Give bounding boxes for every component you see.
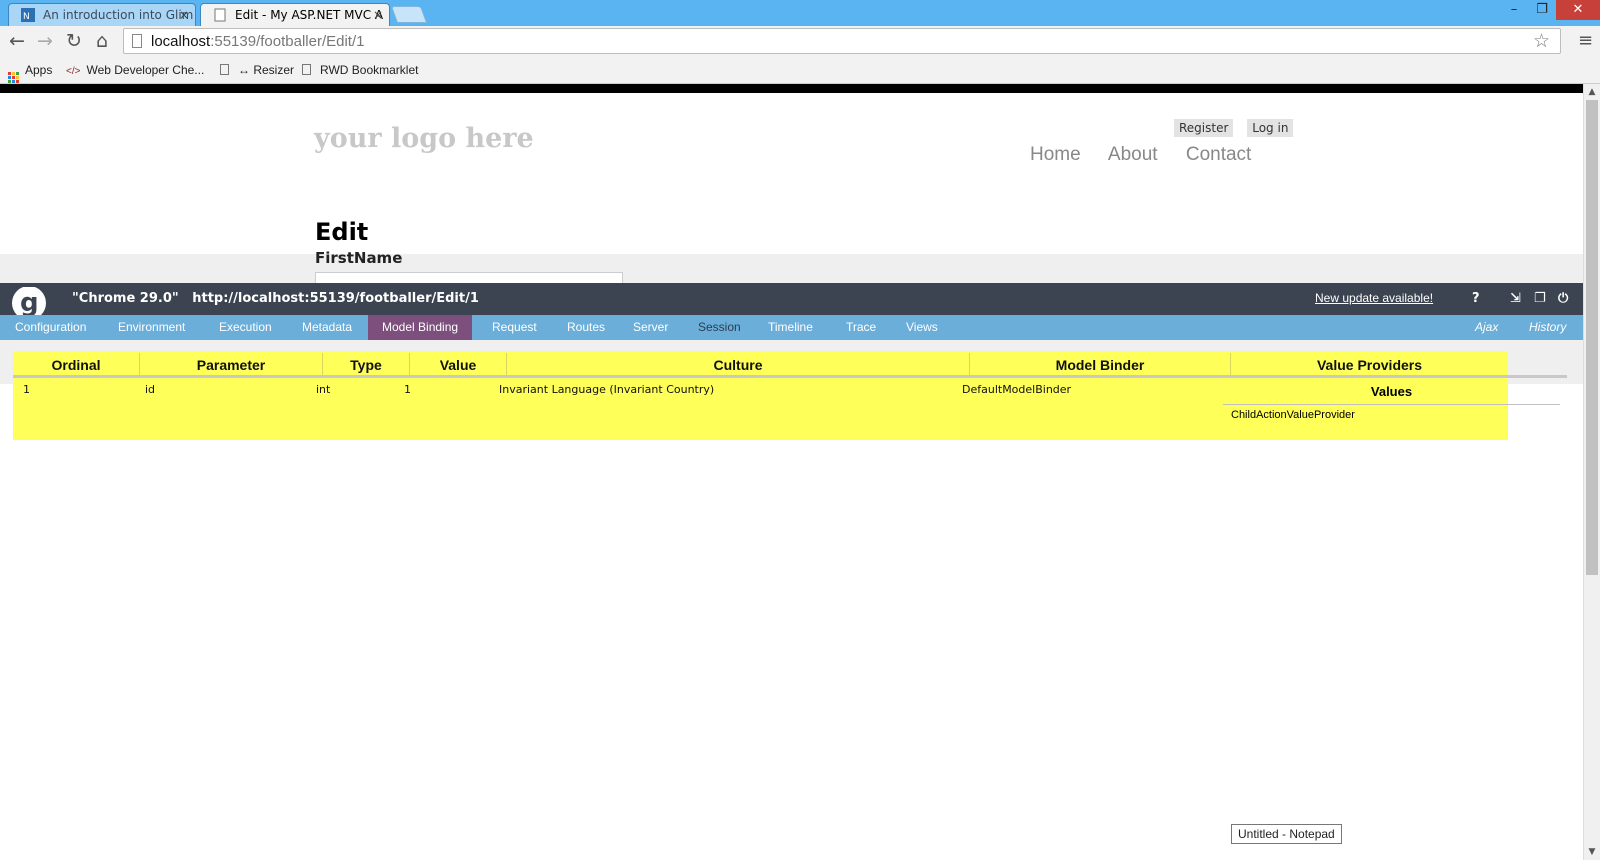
cell-model-binder: DefaultModelBinder <box>962 383 1072 396</box>
main-nav: Home About Contact <box>1030 144 1274 166</box>
minimize-icon[interactable]: – <box>1500 0 1528 20</box>
value-provider-item: ChildActionValueProvider <box>1231 409 1355 421</box>
site-logo[interactable]: your logo here <box>314 123 534 154</box>
value-providers-subheader: Values <box>1223 384 1560 405</box>
tab-views[interactable]: Views <box>906 315 938 340</box>
menu-icon[interactable]: ≡ <box>1578 30 1593 51</box>
popout-icon[interactable]: ⇲ <box>1510 291 1521 306</box>
nav-about[interactable]: About <box>1108 144 1158 165</box>
taskbar-tooltip: Untitled - Notepad <box>1231 824 1342 844</box>
tab-close-icon[interactable]: × <box>179 8 189 22</box>
top-border <box>0 84 1583 93</box>
tab-request[interactable]: Request <box>492 315 537 340</box>
nav-contact[interactable]: Contact <box>1186 144 1251 165</box>
column-header-value: Value <box>439 357 477 373</box>
maximize-icon[interactable]: ❐ <box>1528 0 1556 20</box>
browser-tab-strip: N An introduction into Glim × Edit - My … <box>0 0 1600 26</box>
glimpse-request-title: "Chrome 29.0" http://localhost:55139/foo… <box>72 291 479 306</box>
register-link[interactable]: Register <box>1174 119 1234 137</box>
firstname-label: FirstName <box>315 249 403 267</box>
bookmark-star-icon[interactable]: ☆ <box>1533 30 1550 52</box>
close-window-icon[interactable]: ✕ <box>1556 0 1600 20</box>
tab-server[interactable]: Server <box>633 315 668 340</box>
site-header: your logo here Register Log in Home Abou… <box>0 93 1583 254</box>
glimpse-header: g "Chrome 29.0" http://localhost:55139/f… <box>0 283 1583 315</box>
home-icon[interactable]: ⌂ <box>90 29 114 53</box>
svg-text:g: g <box>20 288 39 315</box>
scroll-down-icon[interactable]: ▼ <box>1584 844 1600 860</box>
cell-parameter: id <box>145 383 156 396</box>
column-header-ordinal: Ordinal <box>51 357 101 373</box>
tab-ajax[interactable]: Ajax <box>1475 315 1498 340</box>
column-header-type: Type <box>350 357 382 373</box>
update-link[interactable]: New update available! <box>1315 291 1433 305</box>
login-link[interactable]: Log in <box>1247 119 1294 137</box>
column-header-model-binder: Model Binder <box>1055 357 1145 373</box>
tab-title: An introduction into Glim <box>43 8 194 22</box>
tab-execution[interactable]: Execution <box>219 315 272 340</box>
tab-configuration[interactable]: Configuration <box>15 315 86 340</box>
glimpse-tabs: Configuration Environment Execution Meta… <box>0 315 1583 340</box>
glimpse-logo-icon: g <box>12 287 46 315</box>
new-tab-button[interactable] <box>390 6 428 23</box>
tab-metadata[interactable]: Metadata <box>302 315 352 340</box>
address-url[interactable]: localhost:55139/footballer/Edit/1 <box>151 33 364 50</box>
bookmark-label: Web Developer Che... <box>86 63 205 77</box>
tab-environment[interactable]: Environment <box>118 315 185 340</box>
tab-timeline[interactable]: Timeline <box>768 315 813 340</box>
bookmark-label: RWD Bookmarklet <box>320 63 419 77</box>
browser-tab-glimpse-intro[interactable]: N An introduction into Glim × <box>8 3 196 26</box>
back-arrow-icon[interactable]: ← <box>5 29 29 53</box>
page-scrollbar[interactable]: ▲ ▼ <box>1583 84 1600 860</box>
page-icon <box>302 64 311 75</box>
table-header-rule <box>13 375 1567 378</box>
page-icon <box>220 64 229 75</box>
tab-model-binding[interactable]: Model Binding <box>368 315 473 340</box>
page-title: Edit <box>315 218 369 246</box>
page-icon <box>132 34 142 48</box>
column-header-culture: Culture <box>713 357 763 373</box>
bookmark-resizer[interactable]: ↔ Resizer <box>220 63 294 77</box>
apps-grid-icon <box>8 72 19 83</box>
page-viewport: your logo here Register Log in Home Abou… <box>0 84 1583 860</box>
column-header-value-providers: Value Providers <box>1316 357 1423 373</box>
tab-title: Edit - My ASP.NET MVC A <box>235 8 384 22</box>
nav-home[interactable]: Home <box>1030 144 1081 165</box>
column-header-parameter: Parameter <box>196 357 266 373</box>
scrollbar-thumb[interactable] <box>1586 100 1598 575</box>
browser-tab-edit[interactable]: Edit - My ASP.NET MVC A × <box>200 3 390 26</box>
reload-icon[interactable]: ↻ <box>62 29 86 53</box>
tab-session[interactable]: Session <box>698 315 741 340</box>
address-bar[interactable]: localhost:55139/footballer/Edit/1 ☆ <box>123 28 1561 54</box>
power-icon[interactable]: ⏻ <box>1558 291 1568 306</box>
page-favicon-icon <box>214 8 226 22</box>
bookmark-web-developer[interactable]: </> Web Developer Che... <box>66 63 204 77</box>
scroll-up-icon[interactable]: ▲ <box>1584 84 1600 100</box>
forward-arrow-icon[interactable]: → <box>33 29 57 53</box>
tab-trace[interactable]: Trace <box>846 315 876 340</box>
bookmark-label: ↔ Resizer <box>238 63 295 77</box>
svg-text:N: N <box>23 12 30 22</box>
browser-toolbar: ← → ↻ ⌂ localhost:55139/footballer/Edit/… <box>0 26 1600 57</box>
restore-icon[interactable]: ❐ <box>1534 291 1546 306</box>
code-icon: </> <box>66 66 81 77</box>
help-icon[interactable]: ? <box>1472 291 1480 306</box>
cell-culture: Invariant Language (Invariant Country) <box>499 383 715 396</box>
cell-value: 1 <box>404 383 411 396</box>
tab-history[interactable]: History <box>1529 315 1566 340</box>
bookmark-apps[interactable]: Apps <box>8 63 52 83</box>
bookmarks-bar: Apps </> Web Developer Che... ↔ Resizer R… <box>0 57 1600 84</box>
site-favicon-icon: N <box>21 8 35 22</box>
bookmark-label: Apps <box>25 63 53 77</box>
account-links: Register Log in <box>1164 119 1294 137</box>
tab-close-icon[interactable]: × <box>373 8 383 22</box>
cell-type: int <box>316 383 331 396</box>
cell-ordinal: 1 <box>23 383 30 396</box>
bookmark-rwd[interactable]: RWD Bookmarklet <box>302 63 418 77</box>
tab-routes[interactable]: Routes <box>567 315 605 340</box>
